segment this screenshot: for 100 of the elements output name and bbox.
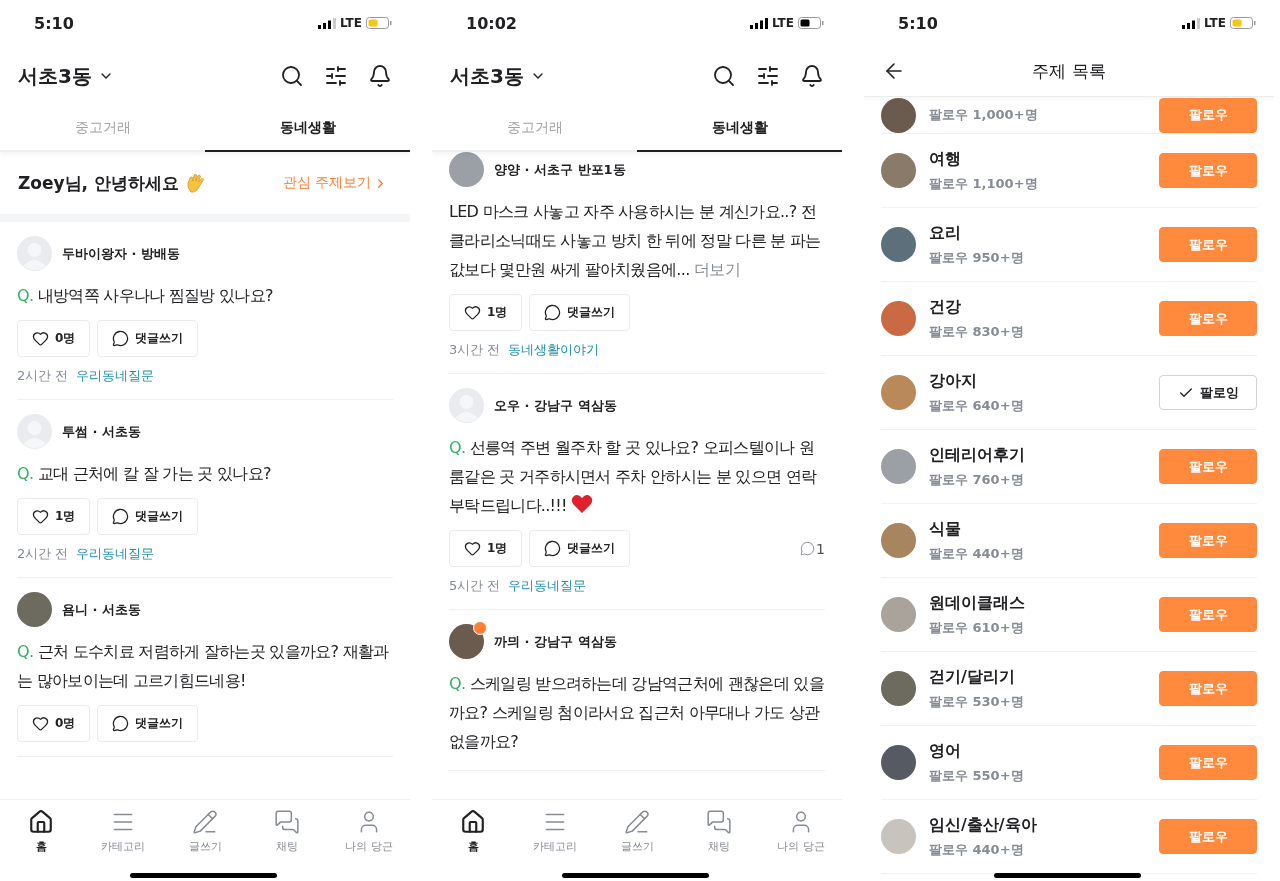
- follow-button[interactable]: 팔로우: [1159, 153, 1257, 188]
- follower-count: 팔로우 550+명: [929, 766, 1024, 785]
- comment-icon: [544, 304, 562, 321]
- nav-item[interactable]: 채팅: [246, 808, 328, 855]
- like-button[interactable]: 0명: [17, 705, 91, 742]
- author-name: 까믜 · 강남구 역삼동: [494, 632, 617, 651]
- tab[interactable]: 동네생활: [205, 106, 410, 152]
- category-link[interactable]: 우리동네질문: [508, 577, 587, 595]
- network-label: LTE: [339, 16, 362, 30]
- follower-count: 팔로우 830+명: [929, 322, 1024, 341]
- search-button[interactable]: [712, 64, 736, 88]
- topic-photo-placeholder: [881, 375, 916, 410]
- tab[interactable]: 동네생활: [637, 106, 842, 152]
- comment-count: 1: [816, 540, 825, 557]
- waving-hand-icon: [185, 172, 207, 194]
- follower-count: 팔로우 1,000+명: [929, 106, 1038, 124]
- follow-button[interactable]: 팔로우: [1159, 597, 1257, 632]
- nav-item[interactable]: 홈: [432, 808, 514, 855]
- topic-name: 영어: [929, 740, 961, 762]
- signal-icon: [1181, 17, 1200, 29]
- like-button[interactable]: 1명: [449, 294, 523, 331]
- follower-count: 팔로우 610+명: [929, 618, 1024, 637]
- follower-count: 팔로우 440+명: [929, 544, 1024, 563]
- post-time: 2시간 전: [17, 367, 69, 385]
- topic-name: 건강: [929, 296, 961, 318]
- comment-button[interactable]: 댓글쓰기: [97, 320, 199, 357]
- comment-button[interactable]: 댓글쓰기: [97, 498, 199, 535]
- status-time: 5:10: [898, 13, 938, 33]
- interest-topics-link[interactable]: 관심 주제보기: [282, 174, 388, 192]
- topic-photo-placeholder: [881, 597, 916, 632]
- heart-icon: [32, 508, 49, 525]
- nav-item[interactable]: 나의 당근: [760, 808, 842, 855]
- author-name: 오우 · 강남구 역삼동: [494, 396, 617, 415]
- nav-item[interactable]: 글쓰기: [164, 808, 246, 855]
- like-button[interactable]: 0명: [17, 320, 91, 357]
- network-label: LTE: [1203, 16, 1226, 30]
- topic-photo-placeholder: [881, 819, 916, 854]
- nav-item[interactable]: 채팅: [678, 808, 760, 855]
- following-button[interactable]: 팔로잉: [1159, 375, 1257, 410]
- search-button[interactable]: [280, 64, 304, 88]
- notifications-button[interactable]: [800, 64, 824, 88]
- nav-item[interactable]: 카테고리: [514, 808, 596, 855]
- post-time: 3시간 전: [449, 341, 501, 359]
- nav-item[interactable]: 카테고리: [82, 808, 164, 855]
- follow-button[interactable]: 팔로우: [1159, 227, 1257, 262]
- topic-photo-placeholder: [881, 301, 916, 336]
- like-button[interactable]: 1명: [449, 530, 523, 567]
- topic-photo-placeholder: [881, 523, 916, 558]
- location-selector[interactable]: 서초3동: [18, 62, 114, 90]
- chat-bubbles-icon: [706, 809, 732, 835]
- network-label: LTE: [771, 16, 794, 30]
- nav-item[interactable]: 글쓰기: [596, 808, 678, 855]
- home-icon: [460, 809, 486, 835]
- post-text: Q. 선릉역 주변 월주차 할 곳 있나요? 오피스텔이나 원룸같은 곳 거주하시면서 주차 안하시는 분 있으면 연락 부탁드립니다..!!!: [449, 437, 818, 517]
- notifications-button[interactable]: [368, 64, 392, 88]
- topic-name: 여행: [929, 148, 961, 170]
- like-button[interactable]: 1명: [17, 498, 91, 535]
- topic-photo-placeholder: [881, 97, 916, 133]
- filter-button[interactable]: [756, 64, 780, 88]
- nav-item[interactable]: 홈: [0, 808, 82, 855]
- topic-photo-placeholder: [881, 671, 916, 706]
- heart-icon: [464, 540, 481, 557]
- greeting-text: Zoey님, 안녕하세요: [18, 171, 179, 195]
- heart-icon: [32, 715, 49, 732]
- filter-button[interactable]: [324, 64, 348, 88]
- comment-button[interactable]: 댓글쓰기: [529, 294, 631, 331]
- tab[interactable]: 중고거래: [432, 106, 637, 152]
- follow-button[interactable]: 팔로우: [1159, 745, 1257, 780]
- post-time: 2시간 전: [17, 545, 69, 563]
- comment-button[interactable]: 댓글쓰기: [97, 705, 199, 742]
- chat-bubbles-icon: [274, 809, 300, 835]
- follower-count: 팔로우 760+명: [929, 470, 1024, 489]
- topic-name: 요리: [929, 222, 961, 244]
- follower-count: 팔로우 530+명: [929, 692, 1024, 711]
- author-name: 욤니 · 서초동: [62, 600, 141, 619]
- topic-name: 원데이클래스: [929, 592, 1025, 614]
- topic-photo-placeholder: [881, 153, 916, 188]
- location-selector[interactable]: 서초3동: [450, 62, 546, 90]
- topic-photo-placeholder: [881, 227, 916, 262]
- follow-button[interactable]: 팔로우: [1159, 301, 1257, 336]
- heart-icon: [32, 330, 49, 347]
- category-link[interactable]: 우리동네질문: [76, 545, 155, 563]
- more-link[interactable]: 더보기: [693, 260, 740, 279]
- follow-button[interactable]: 팔로우: [1159, 97, 1257, 133]
- tab[interactable]: 중고거래: [0, 106, 205, 152]
- post-text: LED 마스크 사놓고 자주 사용하시는 분 계신가요..? 전 클라리소닉때도 사놓고 방치 한 뒤에 정말 다른 분 파는 값보다 몇만원 싸게 팔아치웠음에... 더보기: [449, 201, 822, 281]
- category-link[interactable]: 우리동네질문: [76, 367, 155, 385]
- screen-title: 주제 목록: [1031, 59, 1107, 83]
- follow-button[interactable]: 팔로우: [1159, 523, 1257, 558]
- comment-button[interactable]: 댓글쓰기: [529, 530, 631, 567]
- category-link[interactable]: 동네생활이야기: [508, 341, 600, 359]
- author-name: 투썸 · 서초동: [62, 422, 141, 441]
- comment-icon: [112, 715, 130, 732]
- topic-name: 걷기/달리기: [929, 666, 1015, 688]
- comment-icon: [544, 540, 562, 557]
- follow-button[interactable]: 팔로우: [1159, 819, 1257, 854]
- follower-count: 팔로우 640+명: [929, 396, 1024, 415]
- follow-button[interactable]: 팔로우: [1159, 671, 1257, 706]
- follow-button[interactable]: 팔로우: [1159, 449, 1257, 484]
- nav-item[interactable]: 나의 당근: [328, 808, 410, 855]
